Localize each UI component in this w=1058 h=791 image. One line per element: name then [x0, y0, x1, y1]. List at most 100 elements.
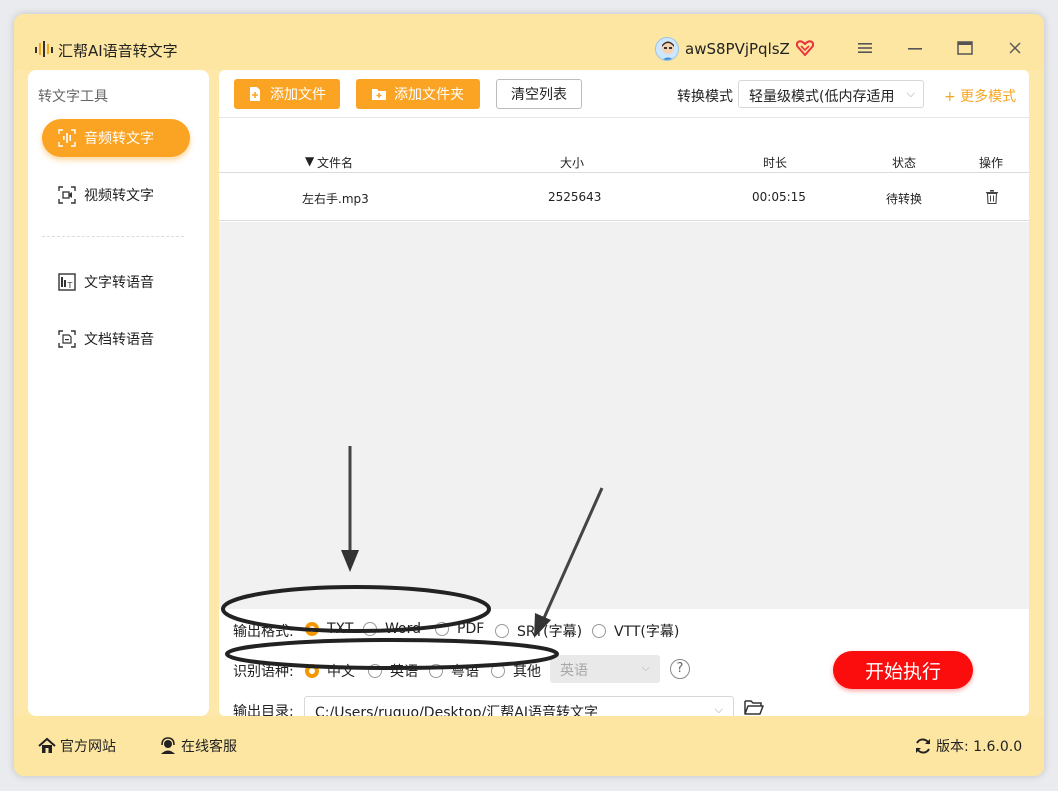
start-button[interactable]: 开始执行 [833, 651, 973, 689]
lang-radio-chinese[interactable]: 中文 [305, 661, 355, 681]
maximize-icon[interactable] [952, 36, 978, 60]
file-duration-cell: 00:05:15 [752, 190, 806, 204]
output-settings: 输出格式: TXT Word PDF SRT(字幕) VTT(字幕) 识别语种:… [219, 609, 1029, 716]
title-bar: 汇帮AI语音转文字 awS8PVjPqlsZ [14, 14, 1044, 70]
radio-label: 其他 [513, 664, 541, 680]
close-icon[interactable] [1002, 36, 1028, 60]
output-directory-label: 输出目录: [233, 704, 294, 716]
file-size-cell: 2525643 [548, 190, 602, 204]
format-radio-pdf[interactable]: PDF [435, 621, 484, 637]
sidebar-item-video-to-text[interactable]: 视频转文字 [42, 176, 190, 214]
official-website-link[interactable]: 官方网站 [38, 736, 116, 756]
user-name[interactable]: awS8PVjPqlsZ [685, 40, 790, 58]
radio-label: 英语 [390, 664, 418, 680]
headset-icon [161, 737, 175, 754]
folder-add-icon [372, 89, 386, 100]
toolbar: 添加文件 添加文件夹 清空列表 转换模式 轻量级模式(低内存适用 ⌵ + 更多模… [219, 70, 1029, 118]
radio-dot [305, 622, 319, 636]
sort-desc-icon[interactable]: ▼ [305, 154, 314, 168]
more-modes-link[interactable]: + 更多模式 [944, 86, 1016, 106]
add-file-label: 添加文件 [270, 87, 326, 103]
lang-radio-other[interactable]: 其他 [491, 661, 541, 681]
clear-list-label: 清空列表 [511, 87, 567, 103]
text-to-speech-icon: T [58, 273, 76, 291]
trash-icon[interactable] [986, 190, 998, 204]
online-support-label: 在线客服 [181, 739, 237, 755]
document-scan-icon [58, 330, 76, 348]
add-file-button[interactable]: 添加文件 [234, 79, 340, 109]
app-title: 汇帮AI语音转文字 [58, 42, 178, 60]
column-header-status: 状态 [892, 156, 917, 170]
output-directory-select[interactable]: C:/Users/ruguo/Desktop/汇帮AI语音转文字 ⌵ [304, 696, 734, 716]
format-radio-vtt[interactable]: VTT(字幕) [592, 621, 679, 641]
radio-dot [368, 664, 382, 678]
menu-icon[interactable] [852, 36, 878, 60]
clear-list-button[interactable]: 清空列表 [496, 79, 582, 109]
chevron-down-icon: ⌵ [714, 703, 723, 716]
radio-label: VTT(字幕) [614, 624, 680, 640]
svg-text:T: T [67, 281, 73, 290]
online-support-link[interactable]: 在线客服 [159, 736, 237, 756]
output-directory-value: C:/Users/ruguo/Desktop/汇帮AI语音转文字 [315, 705, 598, 716]
file-status-cell: 待转换 [886, 192, 923, 206]
chevron-down-icon: ⌵ [906, 87, 915, 100]
radio-label: SRT(字幕) [517, 624, 583, 640]
sidebar: 转文字工具 音频转文字 视频转文字 T 文字转语音 文档转语音 [28, 70, 209, 716]
radio-label: 粤语 [451, 664, 479, 680]
format-radio-srt[interactable]: SRT(字幕) [495, 621, 582, 641]
app-logo-icon [35, 41, 53, 57]
minimize-icon[interactable] [902, 36, 928, 60]
version-info[interactable]: 版本: 1.6.0.0 [914, 736, 1022, 756]
sidebar-item-label: 音频转文字 [84, 131, 154, 147]
radio-label: 中文 [327, 664, 355, 680]
main-panel: 添加文件 添加文件夹 清空列表 转换模式 轻量级模式(低内存适用 ⌵ + 更多模… [219, 70, 1029, 716]
format-radio-txt[interactable]: TXT [305, 621, 353, 637]
sidebar-heading: 转文字工具 [38, 89, 108, 105]
vip-heart-icon [796, 40, 814, 56]
radio-label: PDF [457, 621, 485, 637]
radio-dot [491, 664, 505, 678]
file-add-icon [250, 87, 260, 101]
table-row[interactable]: 左右手.mp3 2525643 00:05:15 待转换 [219, 173, 1029, 221]
avatar[interactable] [655, 37, 679, 61]
other-language-value: 英语 [560, 663, 588, 679]
sidebar-item-label: 文字转语音 [84, 275, 154, 291]
mode-label: 转换模式 [677, 89, 733, 105]
radio-dot [363, 622, 377, 636]
column-header-filename[interactable]: 文件名 [317, 154, 353, 171]
format-radio-word[interactable]: Word [363, 621, 421, 637]
recognition-language-label: 识别语种: [233, 664, 294, 680]
footer-bar: 官方网站 在线客服 版本: 1.6.0.0 [14, 716, 1044, 776]
mode-select-value: 轻量级模式(低内存适用 [749, 89, 895, 105]
app-window: 汇帮AI语音转文字 awS8PVjPqlsZ 转文字工具 音频转文字 视频转文字… [14, 14, 1044, 776]
version-label: 版本: 1.6.0.0 [936, 739, 1023, 755]
lang-radio-cantonese[interactable]: 粤语 [429, 661, 479, 681]
audio-waveform-icon [58, 129, 76, 147]
sidebar-item-label: 文档转语音 [84, 332, 154, 348]
refresh-icon [916, 738, 930, 754]
official-website-label: 官方网站 [60, 739, 116, 755]
sidebar-item-label: 视频转文字 [84, 188, 154, 204]
radio-dot [592, 624, 606, 638]
sidebar-item-audio-to-text[interactable]: 音频转文字 [42, 119, 190, 157]
lang-radio-english[interactable]: 英语 [368, 661, 418, 681]
video-scan-icon [58, 186, 76, 204]
radio-label: Word [385, 621, 421, 637]
sidebar-divider [42, 236, 184, 237]
add-folder-button[interactable]: 添加文件夹 [356, 79, 480, 109]
other-language-select[interactable]: 英语 ⌵ [550, 655, 660, 683]
file-list-empty-area [219, 222, 1029, 609]
output-format-label: 输出格式: [233, 624, 294, 640]
radio-dot [429, 664, 443, 678]
home-icon [38, 737, 56, 753]
sidebar-item-document-to-speech[interactable]: 文档转语音 [42, 320, 190, 358]
column-header-size: 大小 [560, 156, 585, 170]
mode-select[interactable]: 轻量级模式(低内存适用 ⌵ [738, 80, 924, 108]
radio-label: TXT [327, 621, 354, 637]
help-icon[interactable]: ? [670, 659, 690, 679]
radio-dot [495, 624, 509, 638]
file-name-cell: 左右手.mp3 [302, 192, 369, 206]
open-folder-icon[interactable] [744, 698, 764, 716]
sidebar-item-text-to-speech[interactable]: T 文字转语音 [42, 263, 190, 301]
chevron-down-icon: ⌵ [641, 661, 650, 674]
